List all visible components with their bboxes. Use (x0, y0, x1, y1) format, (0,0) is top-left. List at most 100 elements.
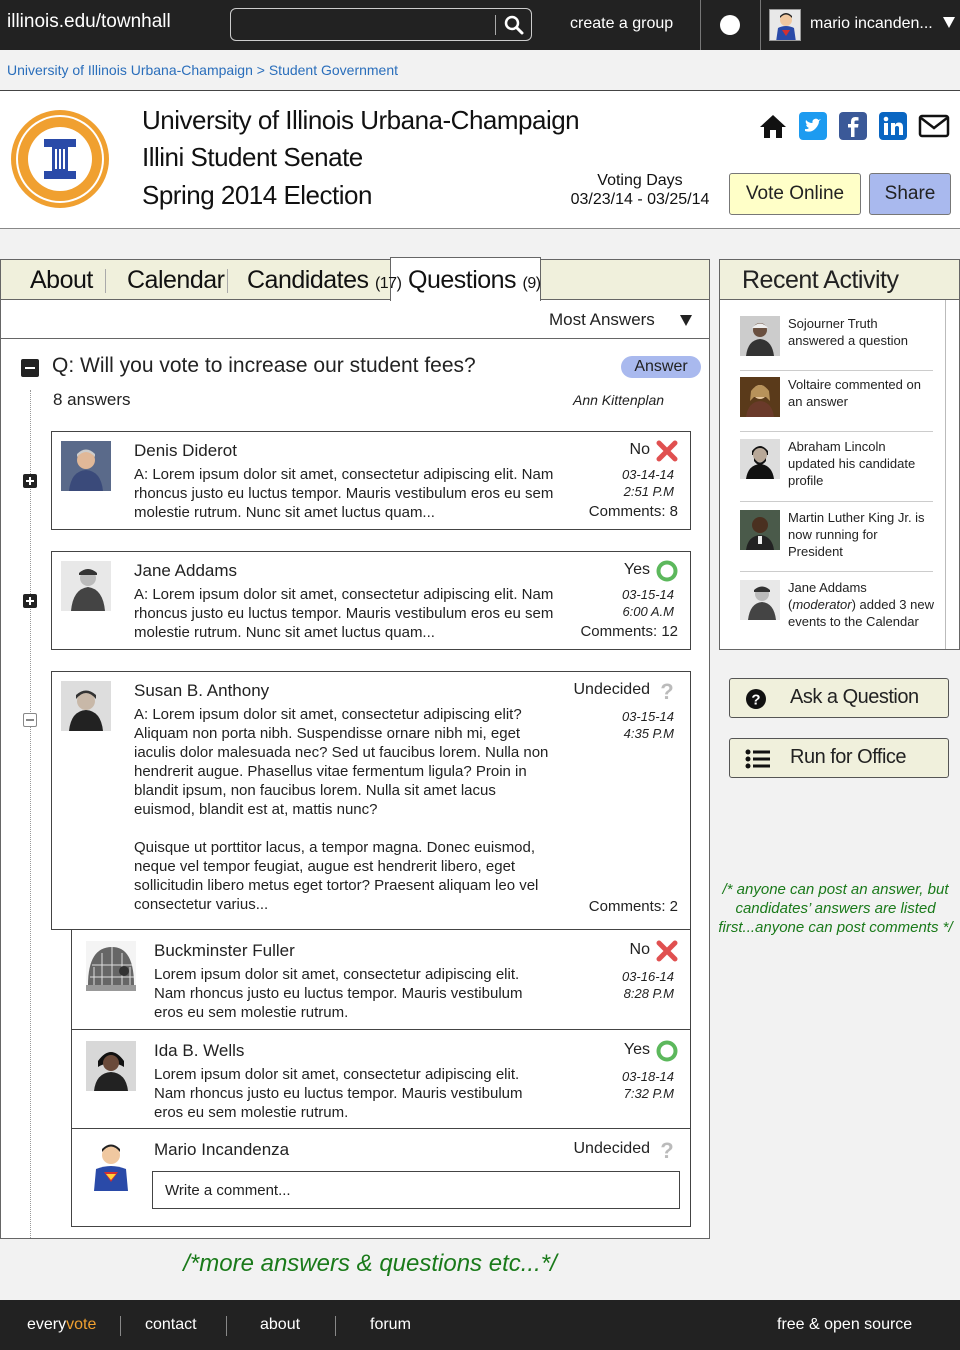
ask-question-button[interactable]: ? Ask a Question (729, 678, 949, 718)
answer-button[interactable]: Answer (621, 356, 701, 378)
answer-date: 03-15-14 4:35 P.M (621, 709, 674, 741)
election-title: Spring 2014 Election (142, 180, 372, 210)
page-header: University of Illinois Urbana-Champaign … (0, 91, 960, 229)
share-button[interactable]: Share (869, 173, 951, 215)
answer-author[interactable]: Jane Addams (134, 561, 237, 581)
run-for-office-label: Run for Office (790, 746, 907, 768)
question-author[interactable]: Ann Kittenplan (573, 392, 664, 408)
activity-text: Sojourner Truth answered a question (788, 316, 908, 348)
footer: everyvote contact about forum free & ope… (0, 1300, 960, 1350)
more-placeholder-note: /*more answers & questions etc...*/ (183, 1250, 557, 1277)
footer-open-source-link[interactable]: free & open source (777, 1316, 912, 1334)
expand-answer-icon[interactable] (23, 474, 37, 488)
everyvote-brand[interactable]: everyvote (27, 1316, 96, 1334)
avatar[interactable] (86, 941, 136, 991)
tab-candidates-count: (17) (374, 275, 402, 292)
user-menu-chevron-down-icon[interactable] (943, 17, 955, 28)
collapse-answer-icon[interactable] (23, 713, 37, 727)
linkedin-icon[interactable] (879, 112, 907, 140)
sort-chevron-down-icon[interactable] (680, 315, 692, 326)
avatar[interactable] (740, 510, 780, 550)
avatar[interactable] (740, 580, 780, 620)
comments-count[interactable]: Comments: 2 (589, 898, 678, 915)
vote-status: Undecided (573, 1140, 651, 1157)
footer-divider (335, 1316, 336, 1336)
collapse-question-icon[interactable] (21, 359, 39, 377)
answer-card: Denis Diderot A: Lorem ipsum dolor sit a… (51, 431, 691, 530)
answer-card: Jane Addams A: Lorem ipsum dolor sit ame… (51, 551, 691, 650)
search-icon[interactable] (503, 14, 525, 36)
facebook-icon[interactable] (839, 112, 867, 140)
twitter-icon[interactable] (799, 112, 827, 140)
footer-about-link[interactable]: about (260, 1316, 300, 1334)
avatar[interactable] (740, 316, 780, 356)
divider (740, 370, 933, 371)
thread-line (30, 390, 31, 1238)
breadcrumb[interactable]: University of Illinois Urbana-Champaign … (7, 62, 398, 78)
user-name[interactable]: mario incanden... (810, 15, 933, 33)
tab-about[interactable]: About (30, 266, 93, 295)
sort-select[interactable]: Most Answers (549, 310, 655, 330)
avatar[interactable] (740, 439, 780, 479)
search-divider (495, 15, 496, 35)
avatar[interactable] (61, 441, 111, 491)
student-senate-seal-logo (11, 110, 109, 208)
new-comment-card: Mario Incandenza Undecided ? Write a com… (71, 1129, 691, 1227)
search-input[interactable] (230, 8, 532, 41)
site-url-link[interactable]: illinois.edu/townhall (7, 11, 171, 33)
answers-count: 8 answers (53, 390, 131, 409)
question-text[interactable]: Q: Will you vote to increase our student… (52, 354, 476, 378)
vote-online-button[interactable]: Vote Online (729, 173, 861, 215)
senate-title: Illini Student Senate (142, 142, 363, 172)
expand-answer-icon[interactable] (23, 594, 37, 608)
answer-body: A: Lorem ipsum dolor sit amet, consectet… (134, 466, 554, 521)
comment-body: Lorem ipsum dolor sit amet, consectetur … (154, 1066, 523, 1121)
footer-forum-link[interactable]: forum (370, 1316, 411, 1334)
footer-contact-link[interactable]: contact (145, 1316, 197, 1334)
tab-calendar[interactable]: Calendar (127, 266, 225, 295)
topbar-divider (700, 0, 701, 50)
university-title: University of Illinois Urbana-Champaign (142, 105, 580, 135)
tab-questions[interactable]: Questions (9) (408, 266, 541, 295)
tab-bar: About Calendar Candidates (17) Questions… (1, 257, 709, 301)
notification-indicator[interactable] (720, 15, 740, 35)
tab-candidates[interactable]: Candidates (17) (247, 266, 402, 295)
superman-avatar-icon (94, 1144, 128, 1191)
topbar-divider (760, 0, 761, 50)
vote-yes-icon (656, 560, 678, 582)
avatar[interactable] (61, 561, 111, 611)
answer-author[interactable]: Denis Diderot (134, 441, 237, 461)
svg-text:?: ? (660, 1139, 673, 1161)
comment-author[interactable]: Ida B. Wells (154, 1041, 244, 1061)
vote-status: No (629, 441, 650, 458)
activity-text: Abraham Lincoln updated his candidate pr… (788, 439, 916, 488)
vote-status: No (629, 941, 650, 958)
answer-card: Susan B. Anthony A: Lorem ipsum dolor si… (51, 671, 691, 930)
svg-text:?: ? (751, 692, 760, 709)
recent-activity-header: Recent Activity (720, 260, 959, 300)
comments-count[interactable]: Comments: 8 (589, 503, 678, 520)
activity-scrollbar[interactable] (945, 300, 946, 649)
user-avatar[interactable] (769, 9, 801, 41)
vote-status: Yes (623, 561, 650, 578)
voting-days-label: Voting Days (597, 172, 683, 189)
answer-author[interactable]: Susan B. Anthony (134, 681, 269, 701)
footer-divider (120, 1316, 121, 1336)
comment-author[interactable]: Mario Incandenza (154, 1140, 289, 1160)
avatar[interactable] (86, 1041, 136, 1091)
mail-icon[interactable] (918, 112, 950, 140)
comment-card: Ida B. Wells Lorem ipsum dolor sit amet,… (71, 1030, 691, 1129)
avatar[interactable] (740, 377, 780, 417)
comments-count[interactable]: Comments: 12 (580, 623, 678, 640)
run-for-office-button[interactable]: Run for Office (729, 738, 949, 778)
avatar[interactable] (61, 681, 111, 731)
comment-card: Buckminster Fuller Lorem ipsum dolor sit… (71, 930, 691, 1030)
vote-no-icon (656, 940, 678, 962)
footer-divider (226, 1316, 227, 1336)
create-group-link[interactable]: create a group (570, 15, 673, 33)
comment-input[interactable]: Write a comment... (152, 1171, 680, 1209)
comment-date: 03-16-14 8:28 P.M (621, 969, 674, 1001)
tab-divider (227, 269, 228, 293)
home-icon[interactable] (759, 112, 787, 140)
comment-author[interactable]: Buckminster Fuller (154, 941, 295, 961)
